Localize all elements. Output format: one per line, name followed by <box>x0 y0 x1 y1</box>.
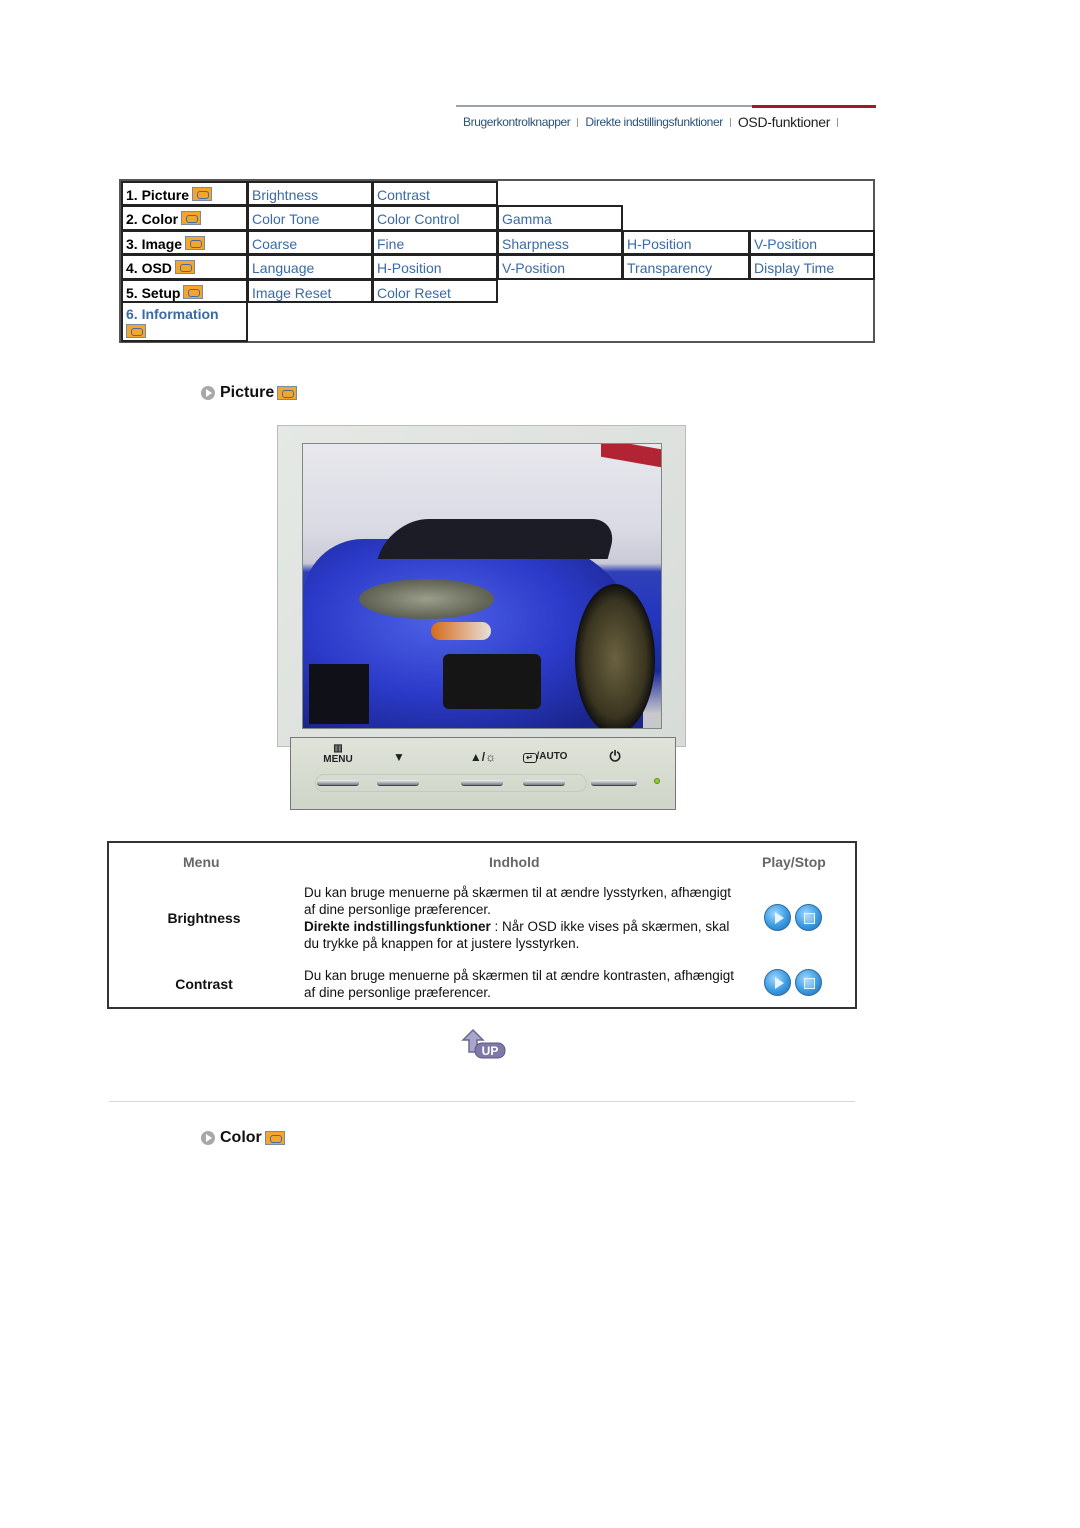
picture-icon <box>277 386 298 400</box>
monitor-screen-car-image <box>302 443 662 729</box>
enter-auto-button[interactable] <box>523 780 565 786</box>
down-arrow-icon: ▼ <box>393 750 405 764</box>
top-navigation: Brugerkontrolknapper Direkte indstilling… <box>456 105 876 135</box>
menu-category-color[interactable]: 2. Color <box>121 205 248 231</box>
nav-link-direkte-indstillingsfunktioner[interactable]: Direkte indstillingsfunktioner <box>585 115 723 129</box>
stop-button[interactable] <box>795 904 822 931</box>
menu-item-v-position[interactable]: V-Position <box>749 230 875 255</box>
menu-item-color-reset[interactable]: Color Reset <box>372 279 498 303</box>
menu-icon: ▥ MENU <box>321 744 355 766</box>
car-wheel <box>575 584 655 728</box>
header-play-stop: Play/Stop <box>762 854 826 870</box>
menu-category-information[interactable]: 6. Information <box>121 302 248 342</box>
info-table: Menu Indhold Play/Stop Brightness Du kan… <box>107 841 857 1009</box>
menu-category-osd[interactable]: 4. OSD <box>121 254 248 280</box>
menu-category-label: 4. OSD <box>126 260 172 276</box>
car-intake <box>309 664 369 724</box>
play-stop-controls <box>764 904 822 931</box>
section-title: Picture <box>220 384 275 401</box>
menu-category-label: 1. Picture <box>126 187 190 203</box>
menu-button[interactable] <box>317 780 359 786</box>
menu-item-fine[interactable]: Fine <box>372 230 498 255</box>
enter-auto-icon: ↵/AUTO <box>516 751 574 763</box>
header-menu: Menu <box>183 854 220 870</box>
power-button[interactable] <box>591 780 637 786</box>
car-headlight <box>359 579 494 619</box>
menu-item-h-position[interactable]: H-Position <box>622 230 750 255</box>
row-label-contrast: Contrast <box>175 976 233 992</box>
desc-text: Du kan bruge menuerne på skærmen til at … <box>304 885 731 917</box>
picture-icon <box>192 187 213 201</box>
menu-category-setup[interactable]: 5. Setup <box>121 279 248 303</box>
arrow-circle-icon <box>201 386 215 400</box>
row-desc-brightness: Du kan bruge menuerne på skærmen til at … <box>304 884 734 952</box>
play-button[interactable] <box>764 969 791 996</box>
menu-item-display-time[interactable]: Display Time <box>749 254 875 280</box>
nav-separator <box>577 117 579 127</box>
menu-item-transparency[interactable]: Transparency <box>622 254 750 280</box>
stop-button[interactable] <box>795 969 822 996</box>
nav-link-osd-funktioner[interactable]: OSD-funktioner <box>738 114 831 130</box>
down-button[interactable] <box>377 780 419 786</box>
osd-icon <box>174 260 195 274</box>
power-icon: ⏻ <box>609 748 621 764</box>
menu-category-image[interactable]: 3. Image <box>121 230 248 255</box>
information-icon <box>126 324 146 338</box>
up-arrow-icon[interactable]: UP <box>459 1028 507 1060</box>
nav-separator <box>837 117 839 127</box>
menu-category-label: 3. Image <box>126 236 183 252</box>
nav-underline <box>456 105 752 107</box>
menu-item-gamma[interactable]: Gamma <box>497 205 623 231</box>
menu-category-label: 5. Setup <box>126 285 181 301</box>
menu-item-contrast[interactable]: Contrast <box>372 181 498 206</box>
desc-bold: Direkte indstillingsfunktioner <box>304 919 491 934</box>
setup-icon <box>183 285 204 299</box>
menu-item-h-position[interactable]: H-Position <box>372 254 498 280</box>
banner-shape <box>601 444 661 468</box>
monitor-control-panel: ▥ MENU ▼ ▲/☼ ↵/AUTO ⏻ <box>290 737 676 810</box>
menu-category-label: 6. Information <box>126 306 219 322</box>
up-brightness-icon: ▲/☼ <box>469 750 497 764</box>
car-turn-light <box>431 622 491 640</box>
car-grille <box>443 654 541 709</box>
menu-item-brightness[interactable]: Brightness <box>247 181 373 206</box>
car-windshield <box>377 519 619 559</box>
row-desc-contrast: Du kan bruge menuerne på skærmen til at … <box>304 968 734 1000</box>
menu-category-picture[interactable]: 1. Picture <box>121 181 248 206</box>
section-divider <box>109 1101 855 1102</box>
menu-item-language[interactable]: Language <box>247 254 373 280</box>
menu-label: MENU <box>323 754 353 765</box>
menu-item-color-tone[interactable]: Color Tone <box>247 205 373 231</box>
section-heading-picture: Picture <box>201 384 298 402</box>
image-icon <box>185 236 206 250</box>
menu-item-coarse[interactable]: Coarse <box>247 230 373 255</box>
play-stop-controls <box>764 969 822 996</box>
color-icon <box>264 1131 285 1145</box>
up-label: UP <box>482 1044 499 1058</box>
menu-item-v-position[interactable]: V-Position <box>497 254 623 280</box>
menu-category-label: 2. Color <box>126 211 179 227</box>
color-icon <box>181 211 202 225</box>
arrow-circle-icon <box>201 1131 215 1145</box>
menu-item-image-reset[interactable]: Image Reset <box>247 279 373 303</box>
menu-item-color-control[interactable]: Color Control <box>372 205 498 231</box>
row-label-brightness: Brightness <box>167 910 241 926</box>
play-button[interactable] <box>764 904 791 931</box>
header-indhold: Indhold <box>489 854 540 870</box>
up-brightness-button[interactable] <box>461 780 503 786</box>
nav-link-brugerkontrolknapper[interactable]: Brugerkontrolknapper <box>463 115 571 129</box>
section-title: Color <box>220 1129 262 1146</box>
section-heading-color: Color <box>201 1129 285 1147</box>
nav-active-underline <box>752 105 876 108</box>
power-led <box>654 778 660 784</box>
auto-label: /AUTO <box>536 751 568 762</box>
nav-separator <box>729 117 731 127</box>
menu-item-sharpness[interactable]: Sharpness <box>497 230 623 255</box>
